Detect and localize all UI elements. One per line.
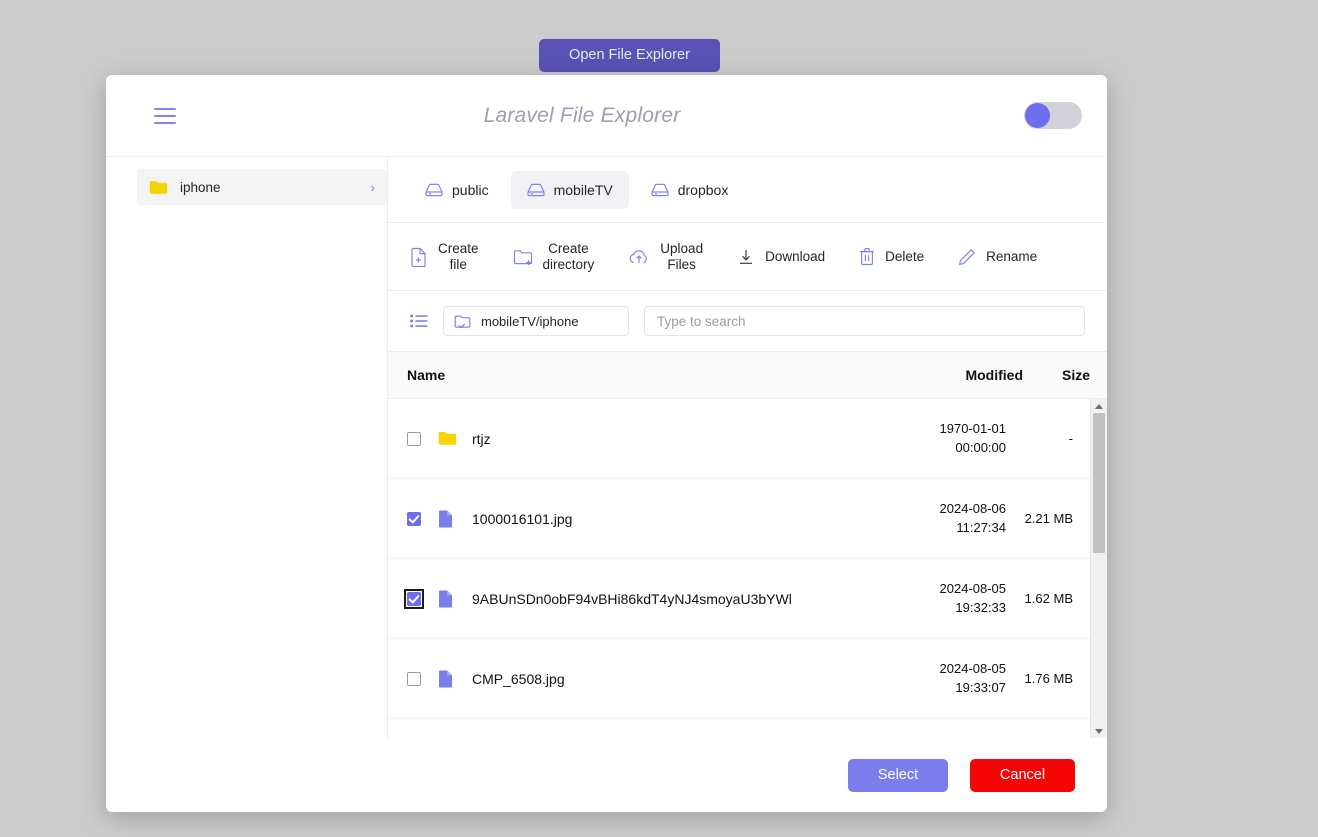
file-list-area: rtjz 1970-01-01 00:00:00 - 1000016101.jpg…: [388, 399, 1107, 738]
tab-public[interactable]: public: [409, 171, 505, 209]
cancel-button[interactable]: Cancel: [970, 758, 1075, 792]
rename-label: Rename: [986, 248, 1038, 264]
hamburger-menu-icon[interactable]: [154, 107, 176, 124]
list-scrollbar[interactable]: [1090, 399, 1107, 738]
file-icon: [438, 670, 457, 688]
sidebar-item-label: iphone: [180, 179, 221, 195]
tab-dropbox[interactable]: dropbox: [635, 171, 745, 209]
select-button[interactable]: Select: [848, 758, 948, 792]
create-directory-button[interactable]: Create directory: [513, 240, 595, 273]
row-name: CMP_6508.jpg: [472, 670, 565, 687]
cloud-upload-icon: [629, 249, 648, 263]
row-checkbox[interactable]: [407, 671, 421, 686]
pencil-icon: [958, 248, 976, 265]
sidebar-item-iphone[interactable]: iphone ›: [137, 169, 387, 205]
download-label: Download: [765, 248, 826, 264]
column-header-modified[interactable]: Modified: [891, 367, 1023, 383]
row-size: 1.76 MB: [1024, 671, 1073, 686]
path-and-search-row: mobileTV/iphone: [388, 291, 1107, 352]
disk-tabs: public mobileTV dropbox: [388, 157, 1107, 223]
upload-files-button[interactable]: Upload Files: [628, 241, 703, 273]
sidebar: iphone ›: [106, 157, 388, 738]
table-row[interactable]: 1000016101.jpg 2024-08-06 11:27:34 2.21 M…: [388, 479, 1090, 559]
row-modified: 2024-08-05 19:33:07: [939, 660, 1007, 695]
table-header: Name Modified Size: [388, 352, 1107, 399]
row-name: rtjz: [472, 430, 491, 447]
open-file-explorer-button[interactable]: Open File Explorer: [539, 39, 720, 72]
row-checkbox[interactable]: [407, 431, 421, 446]
download-icon: [740, 249, 753, 264]
trash-icon: [860, 248, 875, 266]
toggle-knob: [1025, 103, 1050, 128]
search-input[interactable]: [644, 306, 1085, 336]
row-size: -: [1068, 431, 1073, 446]
file-explorer-modal: Laravel File Explorer iphone › public mo…: [106, 75, 1107, 812]
download-button[interactable]: Download: [737, 248, 825, 266]
scrollbar-track[interactable]: [1091, 413, 1107, 724]
list-view-icon[interactable]: [410, 314, 428, 328]
row-modified: 2024-08-05 19:32:33: [939, 580, 1007, 615]
scroll-up-arrow-icon[interactable]: [1095, 399, 1103, 413]
chevron-right-icon[interactable]: ›: [370, 180, 375, 194]
modal-header: Laravel File Explorer: [106, 75, 1107, 156]
row-size: 2.21 MB: [1024, 511, 1073, 526]
row-name: 1000016101.jpg: [472, 510, 573, 527]
hard-drive-icon: [651, 183, 669, 196]
tab-label: dropbox: [677, 181, 729, 198]
table-row[interactable]: rtjz 1970-01-01 00:00:00 -: [388, 399, 1090, 479]
row-modified: 1970-01-01 00:00:00: [939, 420, 1007, 455]
row-modified: 2024-08-06 11:27:34: [939, 500, 1007, 535]
folder-icon: [149, 180, 168, 194]
upload-files-label: Upload Files: [660, 240, 704, 272]
create-directory-label: Create directory: [542, 240, 595, 272]
scroll-down-arrow-icon[interactable]: [1095, 724, 1103, 738]
row-size: 1.62 MB: [1024, 591, 1073, 606]
table-row[interactable]: CMP_6508.jpg 2024-08-05 19:33:07 1.76 MB: [388, 639, 1090, 719]
path-text: mobileTV/iphone: [481, 313, 579, 329]
create-file-button[interactable]: Create file: [410, 241, 479, 273]
modal-body: iphone › public mobileTV dropbox Create …: [106, 156, 1107, 738]
scrollbar-thumb[interactable]: [1093, 413, 1105, 553]
row-checkbox[interactable]: [407, 511, 421, 526]
file-plus-icon: [411, 247, 426, 267]
table-row[interactable]: 9ABUnSDn0obF94vBHi86kdT4yNJ4smoyaU3bYWl …: [388, 559, 1090, 639]
folder-icon: [438, 431, 457, 446]
file-icon: [438, 590, 457, 608]
hard-drive-icon: [425, 183, 443, 196]
folder-plus-icon: [513, 249, 532, 265]
tab-label: public: [452, 181, 489, 198]
folder-check-icon: [454, 315, 471, 328]
create-file-label: Create file: [438, 240, 479, 272]
rename-button[interactable]: Rename: [958, 248, 1037, 266]
tab-mobiletv[interactable]: mobileTV: [510, 170, 629, 209]
hard-drive-icon: [526, 183, 545, 196]
modal-footer: Select Cancel: [106, 738, 1107, 812]
row-checkbox[interactable]: [404, 588, 424, 609]
delete-button[interactable]: Delete: [859, 247, 924, 266]
file-list: rtjz 1970-01-01 00:00:00 - 1000016101.jpg…: [388, 399, 1090, 738]
column-header-name[interactable]: Name: [388, 367, 891, 383]
column-header-size[interactable]: Size: [1023, 367, 1107, 383]
current-path-display[interactable]: mobileTV/iphone: [443, 306, 629, 336]
delete-label: Delete: [885, 248, 925, 264]
page-title: Laravel File Explorer: [483, 103, 681, 127]
row-name: 9ABUnSDn0obF94vBHi86kdT4yNJ4smoyaU3bYWl: [472, 590, 792, 607]
theme-toggle-switch[interactable]: [1024, 102, 1082, 129]
file-icon: [438, 510, 457, 528]
content-pane: public mobileTV dropbox Create file Crea…: [388, 157, 1107, 738]
action-toolbar: Create file Create directory Upload File…: [388, 223, 1107, 291]
tab-label: mobileTV: [553, 181, 613, 198]
